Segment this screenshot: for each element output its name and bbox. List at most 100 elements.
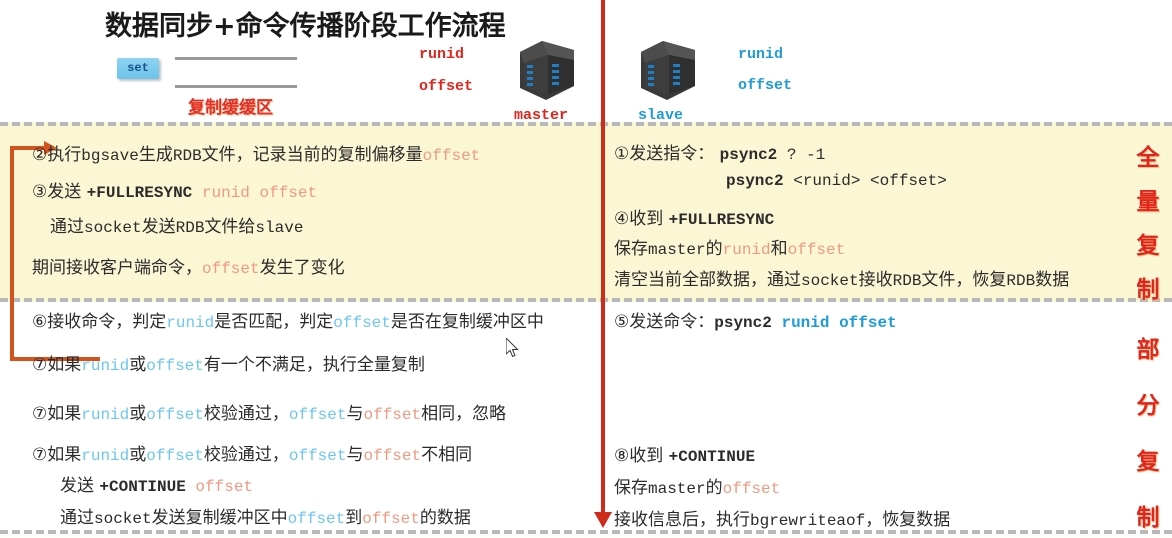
text-run: ⑦如果	[32, 355, 82, 375]
text-run: runid offset	[192, 184, 318, 202]
server-cube-icon	[641, 41, 695, 100]
text-run: 和	[770, 239, 788, 259]
master-slave-divider	[601, 0, 605, 518]
text-run: psync2	[726, 172, 784, 190]
text-run: 不相同	[421, 445, 473, 465]
text-run: offset	[287, 510, 346, 528]
text-run: 或	[129, 355, 147, 375]
text-run: offset	[422, 147, 481, 165]
master-runid-label: runid	[419, 46, 465, 63]
full-sync-side-label-0: 全	[1136, 145, 1160, 171]
text-run: offset	[288, 406, 347, 424]
full-sync-slave-line-s1b: psync2 <runid> <offset>	[726, 170, 947, 190]
header-band: 数据同步+命令传播阶段工作流程 set 复制缓缓区 runid offset m…	[0, 0, 1172, 124]
partial-sync-side-label-1: 分	[1136, 393, 1160, 419]
full-sync-slave-line-s4: ④收到 +FULLRESYNC	[614, 204, 774, 229]
partial-sync-side-label-0: 部	[1136, 337, 1160, 363]
text-run: psync2	[719, 146, 778, 164]
text-run: 生成	[138, 145, 173, 165]
text-run: offset	[362, 510, 420, 528]
text-run: 或	[129, 404, 147, 424]
full-sync-side-label-2: 复	[1136, 233, 1160, 259]
text-run: ②执行	[32, 145, 82, 165]
text-run: offset	[146, 357, 204, 375]
text-run: <runid> <offset>	[783, 172, 947, 190]
set-command-chip: set	[117, 58, 159, 79]
mouse-pointer-icon	[506, 338, 519, 358]
partial-sync-master-line-m6: ⑥接收命令，判定runid是否匹配，判定offset是否在复制缓冲区中	[32, 307, 544, 332]
buffer-line-bottom	[175, 85, 297, 88]
text-run: +CONTINUE	[668, 448, 756, 466]
text-run: 通过	[50, 217, 84, 237]
text-run: 发送复制缓冲区中	[151, 508, 288, 528]
text-run: 接收	[858, 270, 893, 290]
text-run: master	[648, 241, 706, 259]
full-sync-side-label-1: 量	[1136, 189, 1160, 215]
full-sync-slave-line-s1: ①发送指令： psync2 ? -1	[614, 139, 825, 164]
text-run: 有一个不满足，执行全量复制	[203, 355, 425, 375]
text-run: ，恢复数据	[865, 510, 951, 530]
text-run: +FULLRESYNC	[668, 211, 775, 229]
full-sync-master-line-m3b: 通过socket发送RDB文件给slave	[50, 212, 303, 237]
text-run: runid	[81, 357, 130, 375]
text-run: 发生了变化	[259, 258, 345, 278]
full-sync-side-label-3: 制	[1136, 277, 1160, 303]
text-run: ⑦如果	[32, 404, 82, 424]
text-run: offset	[787, 241, 846, 259]
partial-sync-side-label-3: 制	[1136, 505, 1160, 531]
partial-sync-side-label-2: 复	[1136, 449, 1160, 475]
full-sync-master-line-m2: ②执行bgsave生成RDB文件，记录当前的复制偏移量offset	[32, 140, 480, 165]
text-run: 的数据	[419, 508, 471, 528]
text-run: ⑧收到	[614, 446, 669, 466]
text-run: 与	[346, 404, 364, 424]
text-run: ⑤发送命令：	[614, 312, 715, 332]
text-run: offset	[363, 447, 422, 465]
text-run: runid offset	[771, 314, 897, 332]
text-run: bgrewriteaof	[750, 512, 866, 530]
partial-sync-slave-line-s8c: 接收信息后，执行bgrewriteaof，恢复数据	[614, 505, 950, 530]
text-run: offset	[146, 406, 204, 424]
text-run: runid	[722, 241, 771, 259]
text-run: runid	[81, 406, 130, 424]
server-cube-icon	[520, 41, 574, 100]
text-run: runid	[81, 447, 130, 465]
page-title: 数据同步+命令传播阶段工作流程	[105, 11, 506, 42]
text-run: 是否匹配，判定	[214, 312, 334, 332]
divider-arrow-icon	[594, 512, 612, 528]
full-sync-master-line-m4: 期间接收客户端命令，offset发生了变化	[32, 253, 345, 278]
text-run: 是否在复制缓冲区中	[390, 312, 544, 332]
text-run: bgsave	[81, 147, 139, 165]
text-run: offset	[288, 447, 347, 465]
text-run: ④收到	[614, 209, 669, 229]
text-run: ①发送指令：	[614, 144, 720, 164]
text-run: 数据	[1035, 270, 1070, 290]
buffer-line-top	[175, 57, 297, 60]
text-run: 期间接收客户端命令，	[32, 258, 202, 278]
text-run: socket	[801, 272, 859, 290]
text-run: 通过	[60, 508, 94, 528]
text-run: 清空当前全部数据，通过	[614, 270, 801, 290]
partial-sync-master-line-m7d: 发送 +CONTINUE offset	[60, 471, 253, 496]
master-offset-label: offset	[419, 78, 474, 95]
partial-sync-master-line-m7c: ⑦如果runid或offset校验通过，offset与offset不相同	[32, 440, 472, 465]
text-run: 文件给	[204, 217, 256, 237]
text-run: ⑦如果	[32, 445, 82, 465]
diagram-canvas: 数据同步+命令传播阶段工作流程 set 复制缓缓区 runid offset m…	[0, 0, 1172, 538]
text-run: 文件，恢复	[921, 270, 1007, 290]
text-run: RDB	[1006, 272, 1036, 290]
text-run: ? -1	[777, 146, 826, 164]
bottom-dashed-divider	[0, 530, 1172, 534]
text-run: psync2	[714, 314, 772, 332]
full-sync-master-line-m3: ③发送 +FULLRESYNC runid offset	[32, 177, 317, 202]
text-run: runid	[166, 314, 215, 332]
text-run: 与	[346, 445, 364, 465]
full-sync-slave-line-s4b: 保存master的runid和offset	[614, 234, 845, 259]
text-run: 保存	[614, 478, 648, 498]
text-run: 文件，记录当前的复制偏移量	[201, 145, 423, 165]
text-run: socket	[84, 219, 142, 237]
text-run: socket	[94, 510, 152, 528]
partial-sync-slave-line-s8b: 保存master的offset	[614, 473, 780, 498]
text-run: RDB	[172, 147, 202, 165]
text-run: 的	[705, 239, 723, 259]
text-run: 的	[705, 478, 723, 498]
